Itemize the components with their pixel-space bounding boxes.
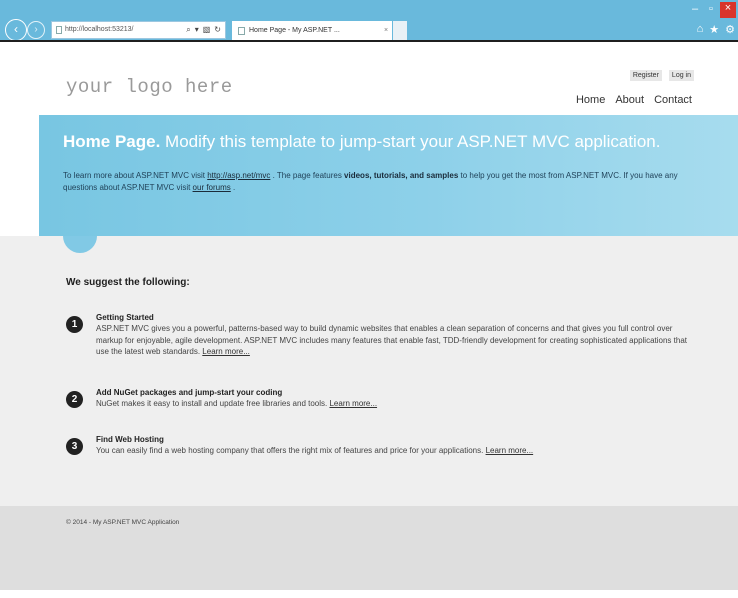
settings-gear-icon[interactable]: ⚙ [725, 23, 735, 36]
featured-body: To learn more about ASP.NET MVC visit ht… [63, 170, 703, 194]
site-header: your logo here Register Log in Home Abou… [0, 42, 738, 115]
featured-title-bold: Home Page. [63, 132, 161, 151]
close-button[interactable]: × [720, 2, 736, 18]
step-title: Getting Started [96, 313, 154, 322]
step-number-badge: 3 [66, 438, 83, 455]
step-body: Add NuGet packages and jump-start your c… [96, 387, 696, 410]
suggest-heading: We suggest the following: [66, 277, 190, 288]
tab-favicon-icon [238, 26, 245, 35]
step-number-badge: 1 [66, 316, 83, 333]
step-description: NuGet makes it easy to install and updat… [96, 399, 330, 408]
site-logo[interactable]: your logo here [66, 76, 233, 98]
step-description: ASP.NET MVC gives you a powerful, patter… [96, 324, 687, 356]
favorites-star-icon[interactable]: ★ [709, 23, 719, 36]
main-menu: Home About Contact [576, 94, 692, 106]
address-bar[interactable]: http://localhost:53213/ ⌕ ▾ ▧ ↻ [51, 21, 226, 39]
featured-banner: Home Page. Modify this template to jump-… [39, 115, 738, 236]
compat-view-icon[interactable]: ▧ [203, 22, 211, 38]
featured-text-2: . The page features [270, 171, 345, 180]
featured-text-4: . [230, 183, 236, 192]
browser-tab[interactable]: Home Page - My ASP.NET ... × [232, 21, 392, 40]
featured-emphasis: videos, tutorials, and samples [344, 171, 459, 180]
home-icon[interactable]: ⌂ [697, 23, 704, 36]
site-footer: © 2014 - My ASP.NET MVC Application [0, 506, 738, 598]
step-description: You can easily find a web hosting compan… [96, 446, 486, 455]
featured-title-rest: Modify this template to jump-start your … [160, 132, 661, 151]
step-title: Find Web Hosting [96, 435, 164, 444]
step-number-badge: 2 [66, 391, 83, 408]
browser-toolbar-icons: ⌂ ★ ⚙ [697, 23, 735, 36]
register-link[interactable]: Register [629, 70, 662, 81]
step-title: Add NuGet packages and jump-start your c… [96, 388, 283, 397]
address-url[interactable]: http://localhost:53213/ [65, 22, 186, 38]
main-content: We suggest the following: 1 Getting Star… [0, 236, 738, 506]
window-controls: – ▫ × [688, 0, 738, 22]
new-tab-button[interactable] [393, 21, 407, 40]
step-text: ASP.NET MVC gives you a powerful, patter… [96, 323, 696, 358]
featured-title: Home Page. Modify this template to jump-… [63, 132, 660, 152]
learn-more-link[interactable]: Learn more... [329, 399, 377, 408]
step-text: NuGet makes it easy to install and updat… [96, 398, 696, 410]
back-button[interactable]: ‹ [5, 19, 27, 41]
page-icon [56, 26, 62, 34]
menu-home[interactable]: Home [576, 94, 605, 106]
step-body: Find Web Hosting You can easily find a w… [96, 434, 696, 457]
forums-link[interactable]: our forums [193, 183, 231, 192]
tab-title: Home Page - My ASP.NET ... [249, 26, 340, 34]
menu-about[interactable]: About [615, 94, 644, 106]
tab-close-icon[interactable]: × [380, 22, 392, 40]
banner-notch [63, 236, 97, 253]
featured-text-1: To learn more about ASP.NET MVC visit [63, 171, 208, 180]
step-text: You can easily find a web hosting compan… [96, 445, 696, 457]
search-icon[interactable]: ⌕ [186, 22, 190, 38]
browser-chrome: – ▫ × ‹ › http://localhost:53213/ ⌕ ▾ ▧ … [0, 0, 738, 41]
footer-copyright: © 2014 - My ASP.NET MVC Application [66, 519, 180, 526]
address-tools: ⌕ ▾ ▧ ↻ [186, 22, 225, 38]
login-links: Register Log in [629, 70, 694, 81]
minimize-button[interactable]: – [688, 3, 702, 17]
refresh-icon[interactable]: ↻ [214, 22, 221, 38]
asp-net-mvc-link[interactable]: http://asp.net/mvc [207, 171, 270, 180]
forward-button[interactable]: › [27, 21, 45, 39]
learn-more-link[interactable]: Learn more... [486, 446, 534, 455]
step-body: Getting Started ASP.NET MVC gives you a … [96, 312, 696, 358]
dropdown-icon[interactable]: ▾ [195, 22, 199, 38]
maximize-button[interactable]: ▫ [704, 3, 718, 17]
window-bottom-edge [0, 590, 738, 598]
menu-contact[interactable]: Contact [654, 94, 692, 106]
learn-more-link[interactable]: Learn more... [202, 347, 250, 356]
login-link[interactable]: Log in [668, 70, 694, 81]
